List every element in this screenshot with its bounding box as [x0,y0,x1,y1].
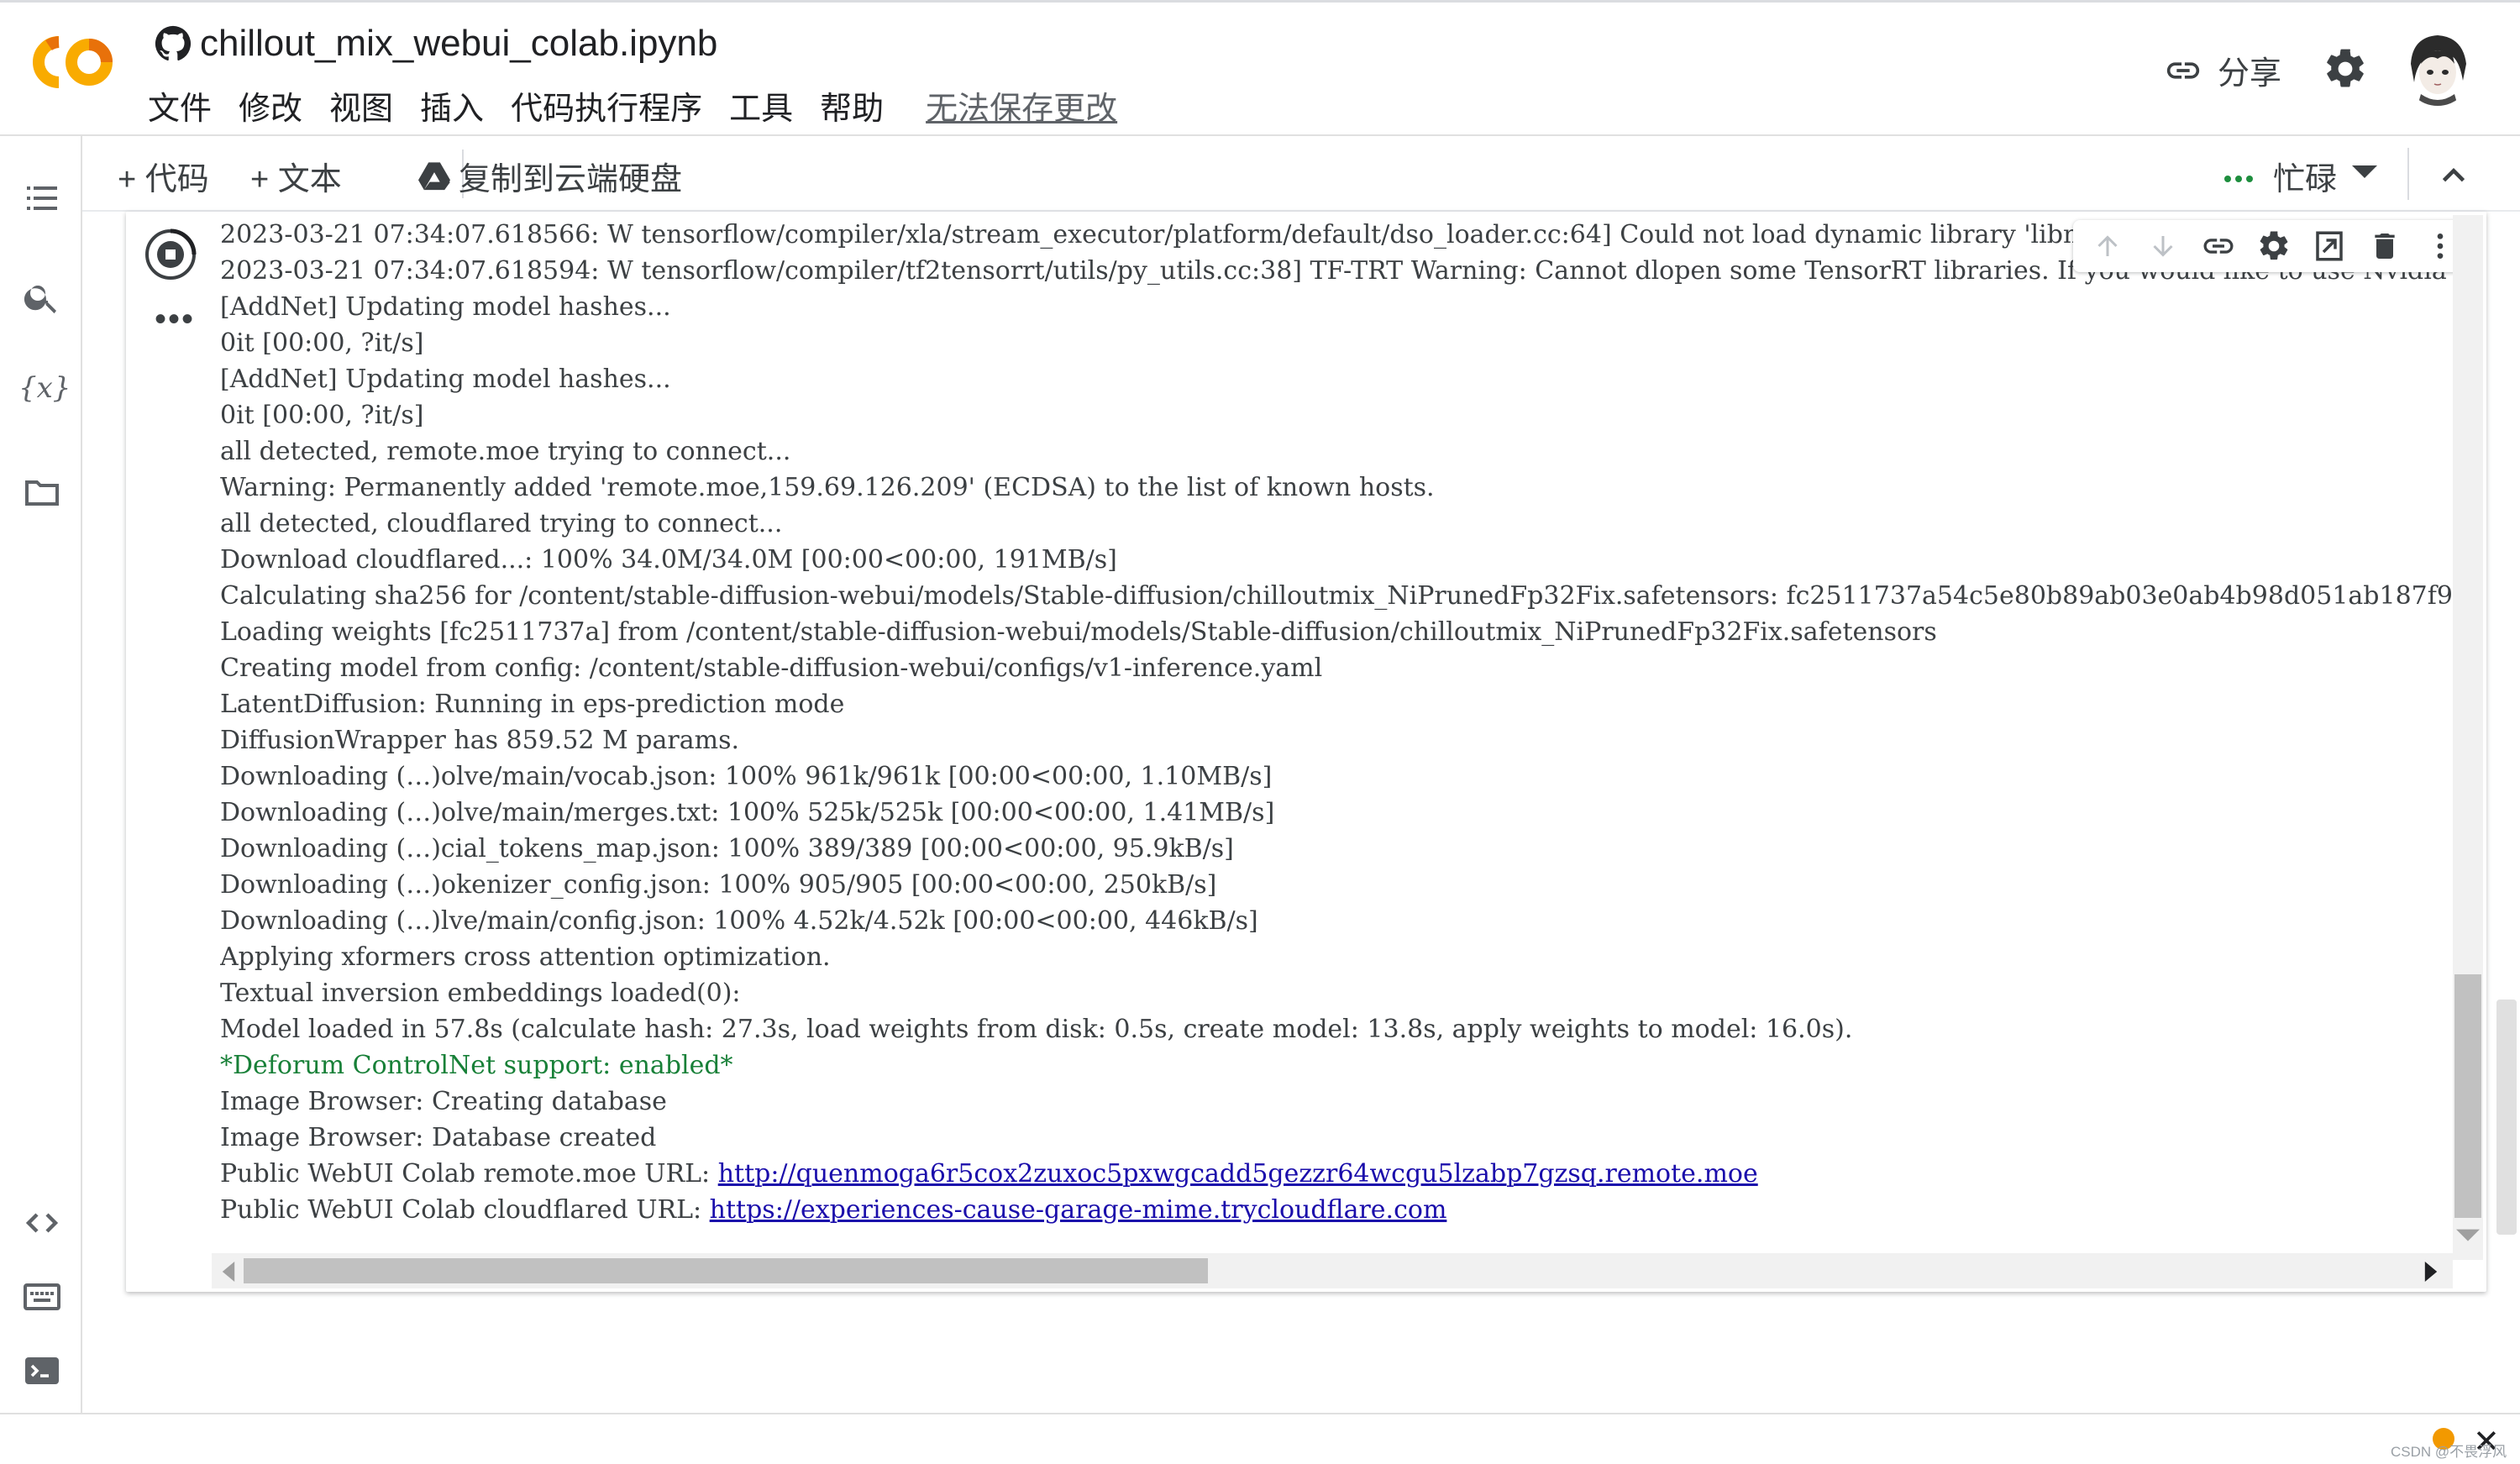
output-line: 0it [00:00, ?it/s] [220,328,424,358]
toolbar-divider-right [2407,148,2409,200]
cloudflared-link[interactable]: https://experiences-cause-garage-mime.tr… [710,1195,1447,1225]
output-line: Applying xformers cross attention optimi… [220,942,831,972]
menu-view[interactable]: 视图 [329,82,407,129]
more-options-icon[interactable]: ••• [155,302,195,336]
add-text-button[interactable]: + 文本 [250,153,342,199]
share-button[interactable]: 分享 [2164,47,2281,93]
copy-to-drive-button[interactable]: 复制到云端硬盘 [418,153,682,199]
menu-file[interactable]: 文件 [148,82,225,129]
header-bar: chillout_mix_webui_colab.ipynb 文件 修改 视图 … [0,0,2520,136]
github-icon[interactable] [155,25,192,62]
output-horizontal-scroll-thumb[interactable] [244,1258,1208,1283]
remote-url-label: Public WebUI Colab remote.moe URL: [220,1159,718,1189]
output-line-cloudflared-url: Public WebUI Colab cloudflared URL: http… [220,1192,1446,1228]
cell-settings-icon[interactable] [2246,225,2302,267]
output-line: Downloading (…)cial_tokens_map.json: 100… [220,834,1234,863]
left-rail: {𝑥} [0,136,82,1413]
menu-insert[interactable]: 插入 [420,82,497,129]
cell-toolbar [2073,220,2470,272]
output-vertical-scroll-thumb[interactable] [2454,974,2481,1218]
output-line: Downloading (…)olve/main/merges.txt: 100… [220,798,1275,827]
watermark: CSDN @不畏浮风 [2391,1444,2507,1460]
output-line: Downloading (…)olve/main/vocab.json: 100… [220,762,1273,791]
output-line: all detected, remote.moe trying to conne… [220,437,791,466]
output-line: DiffusionWrapper has 859.52 M params. [220,726,740,755]
move-up-icon[interactable] [2080,225,2135,267]
output-line-deforum: *Deforum ControlNet support: enabled* [220,1051,733,1080]
output-line: Model loaded in 57.8s (calculate hash: 2… [220,1015,1853,1044]
chevron-down-icon[interactable] [2352,165,2377,181]
move-down-icon[interactable] [2135,225,2191,267]
menu-tools[interactable]: 工具 [729,82,806,129]
output-line: all detected, cloudflared trying to conn… [220,509,783,538]
busy-indicator-dots [2224,171,2257,186]
menu-bar: 文件 修改 视图 插入 代码执行程序 工具 帮助 无法保存更改 [148,82,1144,129]
runtime-status-label[interactable]: 忙碌 [2273,153,2337,199]
link-cell-icon[interactable] [2191,225,2246,267]
mirror-cell-icon[interactable] [2302,225,2357,267]
table-of-contents-icon[interactable] [22,178,62,218]
output-line: Calculating sha256 for /content/stable-d… [220,581,2454,611]
scroll-right-arrow-icon[interactable] [2424,1262,2438,1282]
output-line: Downloading (…)lve/main/config.json: 100… [220,906,1258,936]
output-line: LatentDiffusion: Running in eps-predicti… [220,690,845,719]
notebook-toolbar: + 代码 + 文本 复制到云端硬盘 忙碌 [82,136,2520,212]
menu-help[interactable]: 帮助 [820,82,897,129]
output-line: Image Browser: Database created [220,1123,657,1152]
notebook-title[interactable]: chillout_mix_webui_colab.ipynb [200,23,717,65]
scroll-left-arrow-icon[interactable] [222,1262,235,1282]
folder-icon[interactable] [22,472,62,512]
stop-execution-icon[interactable] [144,228,197,281]
trash-icon[interactable] [2357,225,2412,267]
output-line: Warning: Permanently added 'remote.moe,1… [220,473,1435,502]
notebook-title-area: chillout_mix_webui_colab.ipynb [155,18,717,69]
link-icon [2166,61,2200,79]
cell-output: 2023-03-21 07:34:07.618566: W tensorflow… [220,212,2454,1253]
output-line: [AddNet] Updating model hashes... [220,292,671,322]
remote-moe-link[interactable]: http://quenmoga6r5cox2zuxoc5pxwgcadd5gez… [718,1159,1758,1189]
gear-icon[interactable] [2322,45,2369,92]
status-bar [0,1413,2520,1464]
variables-icon[interactable]: {𝑥} [18,371,71,412]
chevron-up-icon[interactable] [2434,156,2473,195]
output-line: 0it [00:00, ?it/s] [220,401,424,430]
top-divider [0,0,2520,3]
save-status-link[interactable]: 无法保存更改 [926,82,1131,129]
copy-to-drive-label: 复制到云端硬盘 [459,162,683,197]
output-line: Downloading (…)okenizer_config.json: 100… [220,870,1217,900]
search-icon[interactable] [22,277,62,317]
drive-icon [418,161,450,190]
output-line: Loading weights [fc2511737a] from /conte… [220,617,1937,647]
scroll-down-arrow-icon[interactable] [2456,1228,2480,1245]
output-line: Textual inversion embeddings loaded(0): [220,979,741,1008]
output-line: Image Browser: Creating database [220,1087,667,1116]
colab-logo[interactable] [30,34,118,91]
page-scroll-thumb[interactable] [2496,1000,2517,1235]
share-label: 分享 [2218,56,2282,92]
output-line-remote-url: Public WebUI Colab remote.moe URL: http:… [220,1156,1758,1192]
output-line: Creating model from config: /content/sta… [220,653,1323,683]
user-avatar[interactable] [2404,30,2471,106]
add-code-button[interactable]: + 代码 [118,153,209,199]
output-line: Download cloudflared...: 100% 34.0M/34.0… [220,545,1117,575]
output-line: [AddNet] Updating model hashes... [220,365,671,394]
command-palette-icon[interactable] [22,1277,62,1317]
menu-runtime[interactable]: 代码执行程序 [511,82,716,129]
terminal-icon[interactable] [22,1351,62,1391]
cloudflared-url-label: Public WebUI Colab cloudflared URL: [220,1195,710,1225]
menu-edit[interactable]: 修改 [239,82,316,129]
code-snippets-icon[interactable] [22,1203,62,1243]
